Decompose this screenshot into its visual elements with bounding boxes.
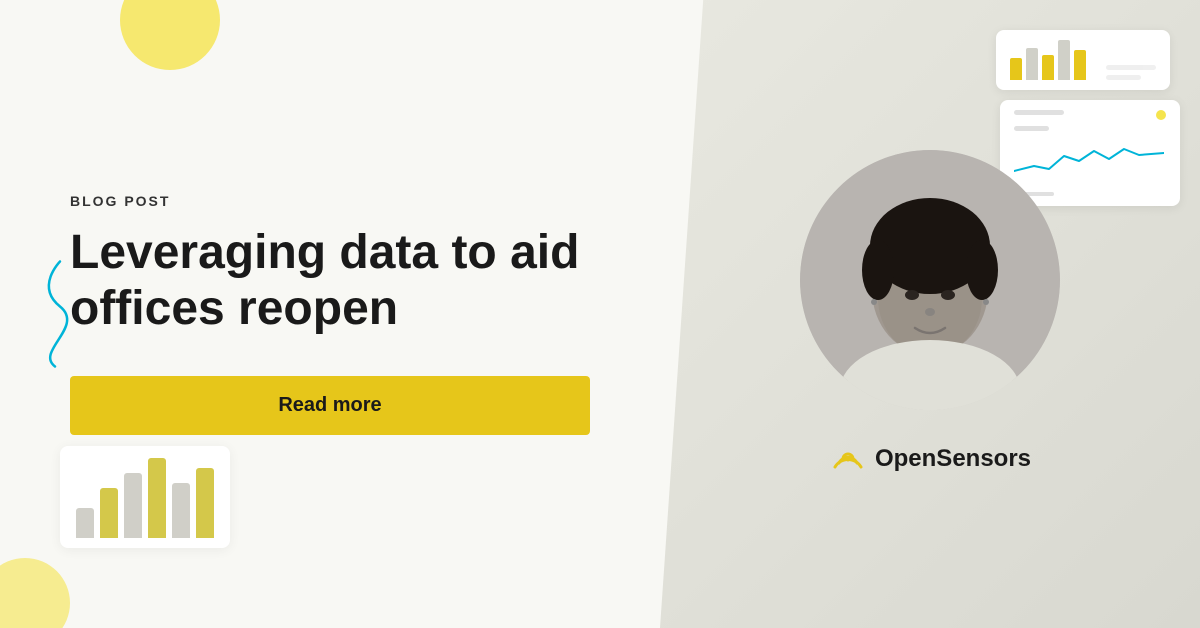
chart-bar-2 — [100, 488, 118, 538]
chart-bar-1 — [76, 508, 94, 538]
blog-title-line1: Leveraging data to aid — [70, 226, 579, 279]
blog-title-line2: offices reopen — [70, 282, 398, 335]
mini-bar-4 — [1058, 40, 1070, 80]
blog-title: Leveraging data to aid offices reopen — [70, 225, 590, 335]
chart-decoration-left — [60, 446, 230, 548]
chart-bar-3 — [124, 473, 142, 538]
mini-bar-2 — [1026, 48, 1038, 80]
logo-area: OpenSensors — [829, 440, 1031, 478]
chart-bar-6 — [196, 468, 214, 538]
logo-text: OpenSensors — [875, 445, 1031, 473]
line-chart-svg — [1014, 141, 1164, 181]
dashboard-decoration-top — [996, 30, 1170, 90]
person-svg — [800, 150, 1060, 410]
mini-bar-3 — [1042, 55, 1054, 80]
read-more-button[interactable]: Read more — [70, 376, 590, 435]
chart-bar-5 — [172, 483, 190, 538]
left-panel: BLOG POST Leveraging data to aid offices… — [0, 0, 660, 628]
right-panel: OpenSensors — [660, 0, 1200, 628]
chart-bar-4 — [148, 458, 166, 538]
mini-bar-1 — [1010, 58, 1022, 80]
logo-signal-icon — [829, 440, 867, 478]
person-portrait — [800, 150, 1060, 410]
mini-bar-5 — [1074, 50, 1086, 80]
blog-label: BLOG POST — [70, 193, 590, 209]
line-chart-decoration — [1000, 100, 1180, 206]
page-container: BLOG POST Leveraging data to aid offices… — [0, 0, 1200, 628]
